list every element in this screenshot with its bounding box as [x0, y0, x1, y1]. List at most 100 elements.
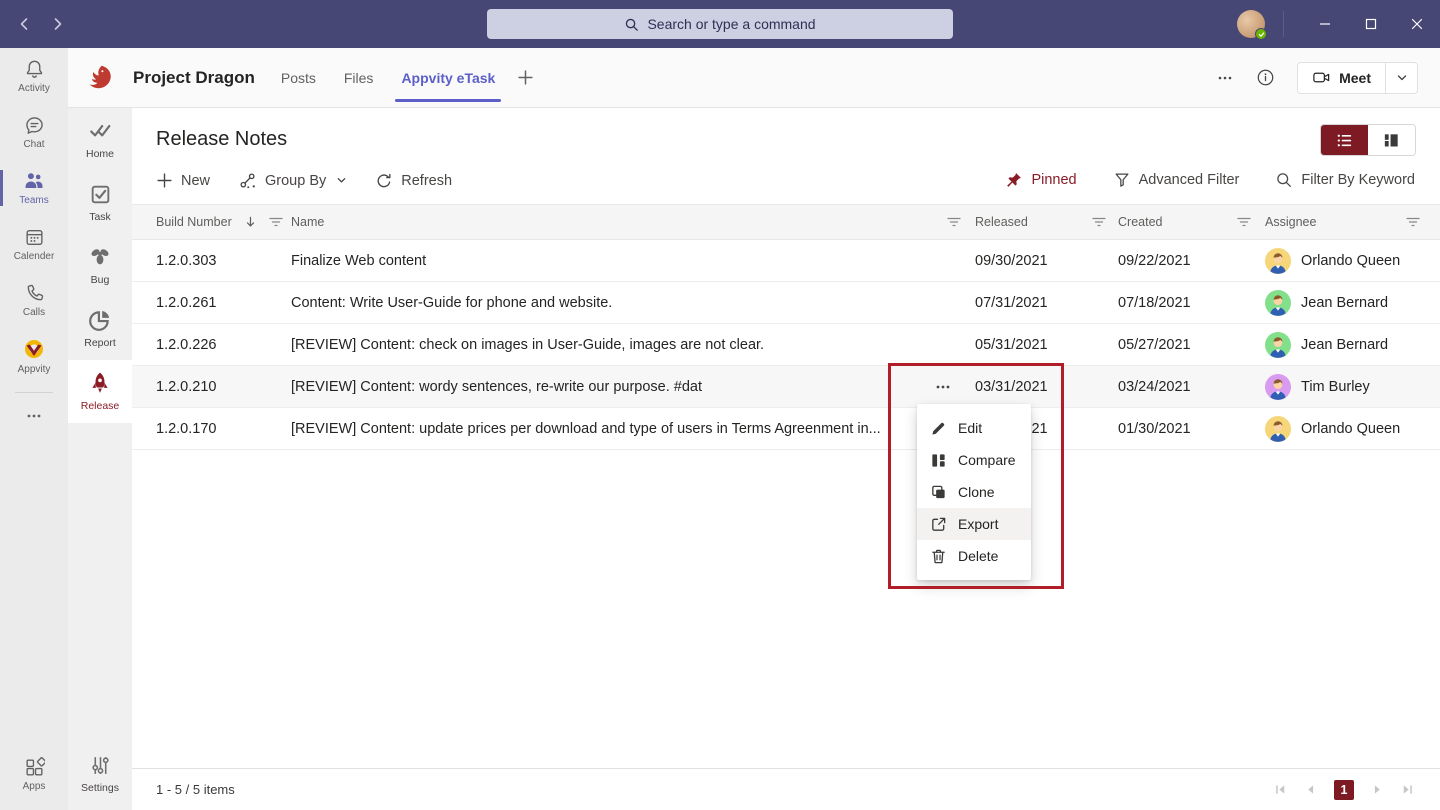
forward-icon[interactable] [48, 14, 68, 34]
list-view-icon [1335, 131, 1354, 150]
user-avatar[interactable] [1237, 10, 1265, 38]
filter-icon[interactable] [1237, 216, 1251, 228]
cell-assignee: Jean Bernard [1265, 332, 1440, 358]
rocket-icon [88, 371, 112, 395]
rail-item-teams[interactable]: Teams [0, 160, 68, 216]
column-header-build-number[interactable]: Build Number [156, 215, 291, 229]
assignee-name: Jean Bernard [1301, 337, 1388, 353]
group-by-button[interactable]: Group By [238, 171, 347, 190]
add-tab-icon[interactable] [517, 69, 534, 86]
back-icon[interactable] [14, 14, 34, 34]
assignee-avatar [1265, 332, 1291, 358]
clone-icon [930, 484, 947, 501]
rail-divider [15, 392, 53, 393]
teams-icon [23, 170, 45, 192]
new-button[interactable]: New [156, 172, 210, 189]
cell-name: Finalize Web content [291, 253, 975, 269]
assignee-avatar [1265, 248, 1291, 274]
cell-assignee: Tim Burley [1265, 374, 1440, 400]
sidebar-item-home[interactable]: Home [68, 108, 132, 171]
cell-created: 05/27/2021 [1118, 337, 1265, 353]
column-header-released[interactable]: Released [975, 215, 1118, 229]
menu-item-clone[interactable]: Clone [917, 476, 1031, 508]
last-page-icon[interactable] [1401, 783, 1414, 796]
rail-item-appvity[interactable]: Appvity [0, 328, 68, 384]
list-view-button[interactable] [1321, 125, 1368, 155]
table-row[interactable]: 1.2.0.261 Content: Write User-Guide for … [132, 282, 1440, 324]
cell-released: 07/31/2021 [975, 295, 1118, 311]
titlebar-divider [1283, 11, 1284, 37]
cell-build-number: 1.2.0.261 [156, 295, 291, 311]
tab-posts[interactable]: Posts [281, 48, 316, 108]
rail-item-chat[interactable]: Chat [0, 104, 68, 160]
pin-icon [1005, 171, 1023, 189]
plus-icon [156, 172, 173, 189]
maximize-button[interactable] [1348, 0, 1394, 48]
sidebar-item-settings[interactable]: Settings [68, 746, 132, 802]
video-camera-icon [1312, 68, 1331, 87]
previous-page-icon[interactable] [1304, 783, 1317, 796]
cell-assignee: Orlando Queen [1265, 416, 1440, 442]
cell-released: 05/31/2021 [975, 337, 1118, 353]
info-icon[interactable] [1256, 68, 1275, 87]
sidebar-item-release[interactable]: Release [68, 360, 132, 423]
home-icon [88, 119, 112, 143]
table-row[interactable]: 1.2.0.210 [REVIEW] Content: wordy senten… [132, 366, 1440, 408]
rail-item-calls[interactable]: Calls [0, 272, 68, 328]
sidebar-item-bug[interactable]: Bug [68, 234, 132, 297]
cell-name: [REVIEW] Content: update prices per down… [291, 421, 975, 437]
close-button[interactable] [1394, 0, 1440, 48]
filter-icon[interactable] [269, 216, 283, 228]
column-header-created[interactable]: Created [1118, 215, 1265, 229]
view-toggle [1320, 124, 1416, 156]
refresh-button[interactable]: Refresh [375, 172, 452, 190]
board-view-button[interactable] [1368, 125, 1415, 155]
more-apps-icon[interactable] [0, 401, 68, 431]
menu-item-export[interactable]: Export [917, 508, 1031, 540]
advanced-filter-button[interactable]: Advanced Filter [1113, 171, 1240, 189]
search-input[interactable]: Search or type a command [487, 9, 953, 39]
menu-item-delete[interactable]: Delete [917, 540, 1031, 572]
filter-icon[interactable] [1092, 216, 1106, 228]
team-logo [86, 64, 113, 91]
next-page-icon[interactable] [1371, 783, 1384, 796]
table-header: Build Number Name Released Created Assig… [132, 204, 1440, 240]
cell-released: 09/30/2021 [975, 253, 1118, 269]
task-icon [89, 183, 112, 206]
meet-button[interactable]: Meet [1297, 62, 1418, 94]
filter-keyword-button[interactable]: Filter By Keyword [1275, 171, 1415, 189]
column-header-name[interactable]: Name [291, 215, 975, 229]
first-page-icon[interactable] [1274, 783, 1287, 796]
table-row[interactable]: 1.2.0.170 [REVIEW] Content: update price… [132, 408, 1440, 450]
column-header-assignee[interactable]: Assignee [1265, 215, 1440, 229]
minimize-button[interactable] [1302, 0, 1348, 48]
cell-build-number: 1.2.0.226 [156, 337, 291, 353]
table-row[interactable]: 1.2.0.303 Finalize Web content 09/30/202… [132, 240, 1440, 282]
rail-item-apps[interactable]: Apps [0, 748, 68, 800]
report-icon [88, 308, 112, 332]
menu-item-edit[interactable]: Edit [917, 412, 1031, 444]
menu-item-compare[interactable]: Compare [917, 444, 1031, 476]
sort-descending-icon[interactable] [244, 215, 257, 229]
current-page-button[interactable]: 1 [1334, 780, 1354, 800]
tab-appvity-etask[interactable]: Appvity eTask [401, 48, 495, 108]
rail-item-calendar[interactable]: Calender [0, 216, 68, 272]
cell-created: 07/18/2021 [1118, 295, 1265, 311]
teams-title-bar: Search or type a command [0, 0, 1440, 48]
footer-bar: 1 - 5 / 5 items 1 [132, 768, 1440, 810]
row-more-actions-icon[interactable] [930, 374, 956, 400]
status-available-icon [1255, 28, 1267, 40]
chevron-down-icon [336, 175, 347, 186]
sidebar-item-report[interactable]: Report [68, 297, 132, 360]
table-row[interactable]: 1.2.0.226 [REVIEW] Content: check on ima… [132, 324, 1440, 366]
cell-build-number: 1.2.0.170 [156, 421, 291, 437]
meet-dropdown-icon[interactable] [1385, 63, 1417, 93]
pinned-button[interactable]: Pinned [1005, 171, 1076, 189]
filter-icon[interactable] [1406, 216, 1420, 228]
channel-more-icon[interactable] [1216, 69, 1234, 87]
tab-files[interactable]: Files [344, 48, 374, 108]
filter-icon[interactable] [947, 216, 961, 228]
sidebar-item-task[interactable]: Task [68, 171, 132, 234]
cell-assignee: Jean Bernard [1265, 290, 1440, 316]
rail-item-activity[interactable]: Activity [0, 48, 68, 104]
